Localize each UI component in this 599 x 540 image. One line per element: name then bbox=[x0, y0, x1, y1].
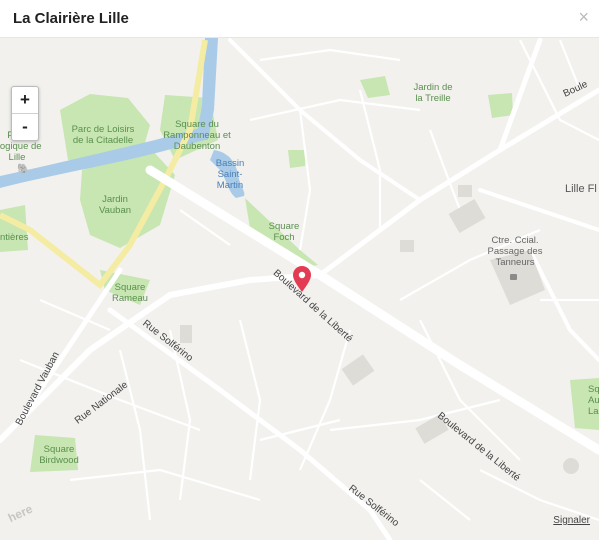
park-small-1 bbox=[488, 93, 513, 118]
map-view[interactable]: Parcologique deLille Parc de Loisirsde l… bbox=[0, 38, 599, 540]
report-link[interactable]: Signaler bbox=[553, 515, 590, 526]
building-4 bbox=[400, 240, 414, 252]
label-ntieres: ntières bbox=[0, 232, 29, 243]
shopping-bag-icon bbox=[510, 274, 517, 280]
label-ctre-ccial: Ctre. Ccial. Passage des Tanneurs bbox=[488, 235, 543, 268]
zoom-out-button[interactable]: - bbox=[12, 113, 38, 140]
map-canvas[interactable]: Parcologique deLille Parc de Loisirsde l… bbox=[0, 38, 599, 540]
label-bassin: Bassin Saint-Martin bbox=[216, 158, 245, 191]
park-small-2 bbox=[288, 150, 306, 168]
building-5 bbox=[458, 185, 472, 197]
building-roundabout bbox=[563, 458, 579, 474]
zoom-control: + - bbox=[11, 86, 39, 141]
label-parc-loisirs: Parc de Loisirs de la Citadelle bbox=[72, 124, 135, 146]
label-lille-fl: Lille Fl bbox=[565, 183, 597, 195]
label-square-birdwood: Square Birdwood bbox=[39, 444, 79, 466]
building-6 bbox=[180, 325, 192, 343]
label-square-augustin: SquAugLau bbox=[588, 384, 599, 417]
label-square-rameau: Square Rameau bbox=[112, 282, 148, 304]
label-jardin-vauban: Jardin Vauban bbox=[99, 194, 131, 216]
close-icon[interactable]: × bbox=[578, 7, 589, 28]
modal-header: La Clairière Lille × bbox=[0, 0, 599, 38]
modal-title: La Clairière Lille bbox=[13, 10, 129, 27]
label-jardin-treille: Jardin de la Treille bbox=[413, 82, 452, 104]
zoom-in-button[interactable]: + bbox=[12, 87, 38, 113]
zoo-icon: 🐘 bbox=[17, 163, 29, 175]
